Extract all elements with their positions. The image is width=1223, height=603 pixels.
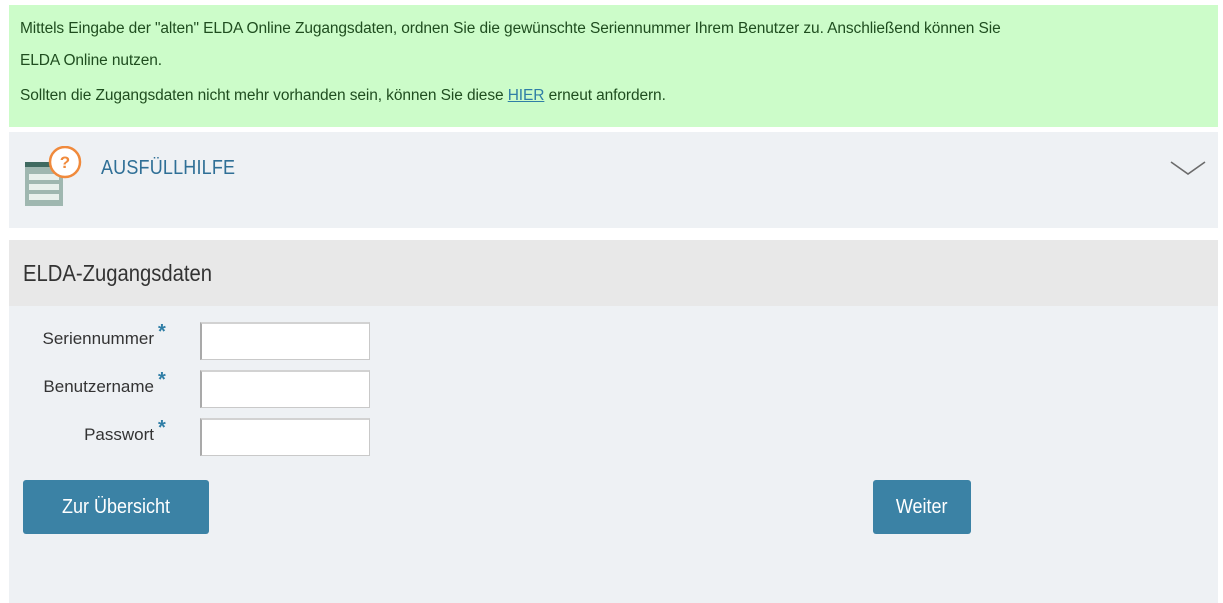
- password-input[interactable]: [200, 418, 370, 456]
- help-form-icon: ?: [25, 146, 82, 206]
- credentials-panel-header: ELDA-Zugangsdaten: [9, 240, 1218, 306]
- notice-line-2: ELDA Online nutzen.: [20, 52, 162, 69]
- help-question-glyph: ?: [60, 153, 70, 172]
- notice-line-3-start: Sollten die Zugangsdaten nicht mehr vorh…: [20, 87, 508, 104]
- credentials-panel: ELDA-Zugangsdaten Seriennummer * Benutze…: [9, 240, 1218, 603]
- next-button[interactable]: Weiter: [873, 480, 971, 534]
- info-notice: Mittels Eingabe der "alten" ELDA Online …: [9, 5, 1218, 127]
- notice-line-1: Mittels Eingabe der "alten" ELDA Online …: [20, 20, 1001, 37]
- username-required-marker: *: [158, 369, 166, 391]
- username-label: Benutzername: [43, 377, 154, 396]
- notice-line-3-end: erneut anfordern.: [544, 87, 666, 104]
- password-required-marker: *: [158, 417, 166, 439]
- username-input[interactable]: [200, 370, 370, 408]
- credentials-panel-title: ELDA-Zugangsdaten: [23, 260, 213, 286]
- next-button-label: Weiter: [896, 495, 948, 518]
- notice-line-3: Sollten die Zugangsdaten nicht mehr vorh…: [20, 88, 1206, 123]
- overview-button-label: Zur Übersicht: [61, 495, 171, 518]
- chevron-down-icon[interactable]: [1170, 159, 1206, 177]
- serial-number-input[interactable]: [200, 322, 370, 360]
- help-accordion-header[interactable]: ? AUSFÜLLHILFE: [9, 132, 1218, 228]
- serial-number-required-marker: *: [158, 321, 166, 343]
- help-label: AUSFÜLLHILFE: [101, 157, 236, 179]
- serial-number-label: Seriennummer: [42, 329, 155, 348]
- password-label: Passwort: [84, 425, 154, 444]
- request-credentials-link[interactable]: HIER: [508, 87, 545, 104]
- overview-button[interactable]: Zur Übersicht: [23, 480, 209, 534]
